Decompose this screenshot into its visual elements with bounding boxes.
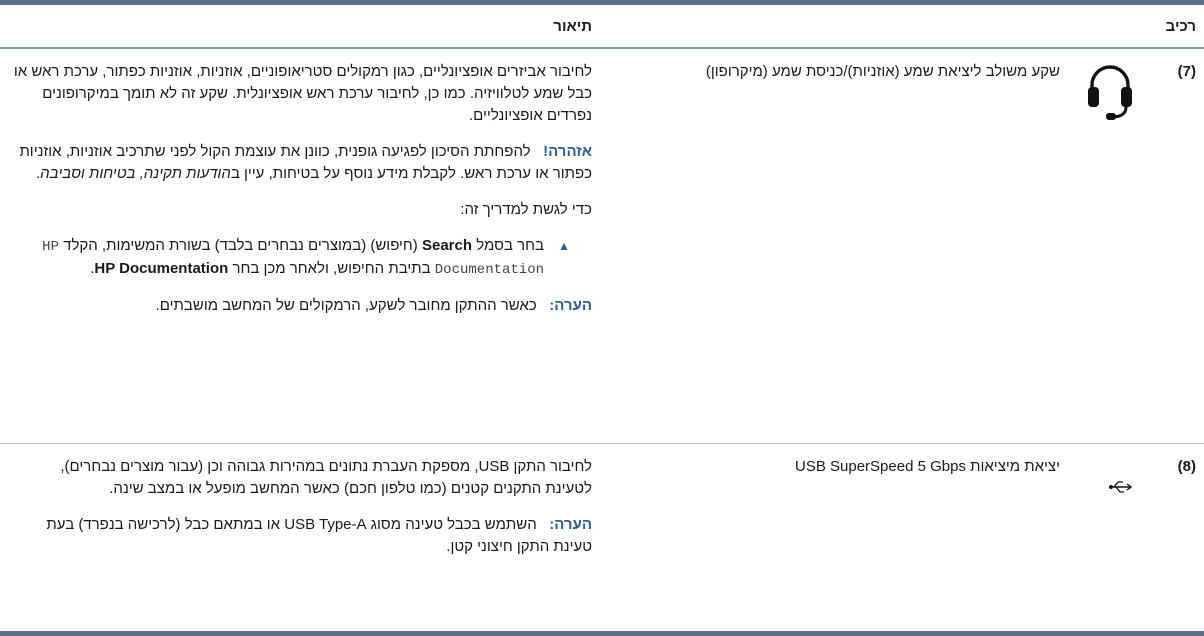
column-header-component: רכיב [1165,17,1196,35]
step-search-term: Search [421,237,473,254]
access-step: ▲ בחר בסמל Search (חיפוש) (במוצרים נבחרי… [12,235,592,281]
item-number: (7) [1177,63,1196,80]
step-mid2: בתיבת החיפוש, ולאחר מכן בחר [228,260,435,277]
components-table: רכיב תיאור (7) שקע משולב ליציאת שמע (אוז… [0,0,1204,636]
note-label: הערה: [549,516,592,533]
note-text: כאשר ההתקן מחובר לשקע, הרמקולים של המחשב… [155,297,537,314]
item-name: יציאת מיציאות USB SuperSpeed 5 Gbps [795,458,1060,475]
item-description: לחיבור התקן USB, מספקת העברת נתונים במהי… [0,444,614,631]
item-icon-cell [1064,49,1156,443]
item-number: (8) [1177,458,1196,475]
note-label: הערה: [549,297,592,314]
table-row: (7) שקע משולב ליציאת שמע (אוזניות)/כניסת… [0,49,1204,444]
warning-paragraph: אזהרה! להפחתת הסיכון לפגיעה גופנית, כוונ… [12,141,592,185]
note-paragraph: הערה: השתמש בכבל טעינה מסוג USB Type-A א… [12,514,592,558]
note-text: השתמש בכבל טעינה מסוג USB Type-A או במתא… [46,516,592,555]
item-description: לחיבור אביזרים אופציונליים, כגון רמקולים… [0,49,614,443]
warning-doc-title: הודעות תקינה, בטיחות וסביבה [40,165,231,182]
triangle-bullet-icon: ▲ [558,239,570,253]
access-intro: כדי לגשת למדריך זה: [460,201,592,218]
note-paragraph: הערה: כאשר ההתקן מחובר לשקע, הרמקולים של… [12,295,592,317]
access-step-text: בחר בסמל Search (חיפוש) (במוצרים נבחרים … [12,235,544,281]
item-name: שקע משולב ליציאת שמע (אוזניות)/כניסת שמע… [705,63,1060,80]
column-header-description: תיאור [553,17,592,35]
table-bottom-rule [0,631,1204,636]
step-doc-term: HP Documentation [94,260,229,277]
description-paragraph: לחיבור אביזרים אופציונליים, כגון רמקולים… [13,63,592,124]
table-row: (8) SS יציאת מיציאות USB SuperSpeed 5 Gb… [0,444,1204,631]
item-icon-cell: SS [1064,444,1156,631]
step-prefix: בחר בסמל [472,237,544,254]
warning-label: אזהרה! [543,143,592,160]
step-mid1: (חיפוש) (במוצרים נבחרים בלבד) בשורת המשי… [58,237,422,254]
table-header-row: רכיב תיאור [0,5,1204,49]
description-paragraph: לחיבור התקן USB, מספקת העברת נתונים במהי… [60,458,592,497]
headset-icon [1086,61,1134,443]
usb-superspeed-icon: SS [1067,456,1133,631]
